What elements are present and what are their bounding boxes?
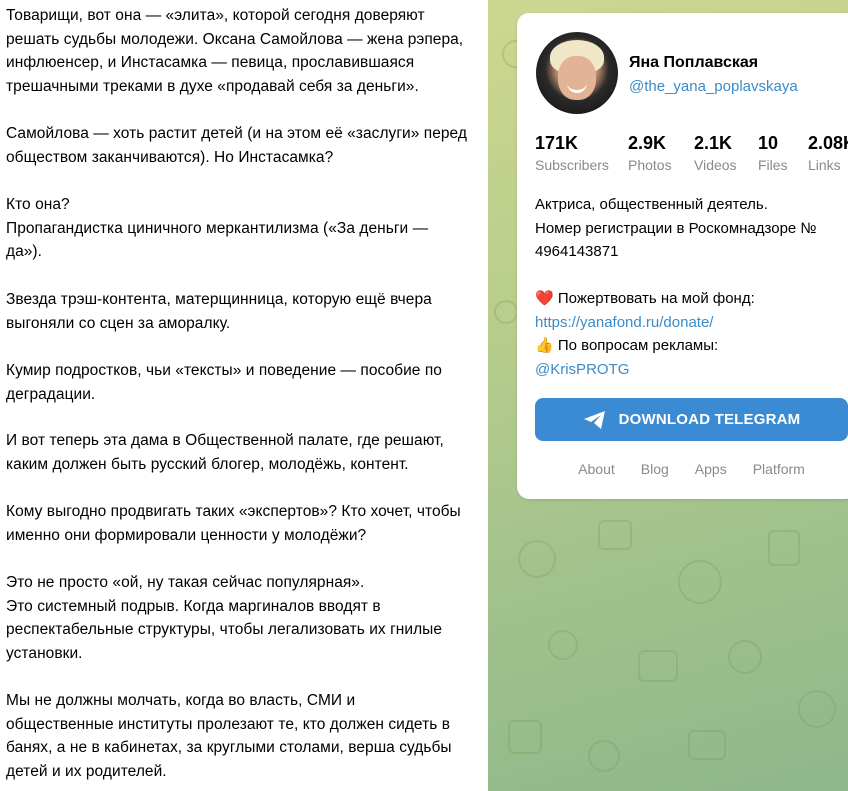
channel-card: Яна Поплавская @the_yana_poplavskaya 171… [517,13,848,499]
stat-label: Files [758,157,788,173]
stat-links[interactable]: 2.08K Links [808,132,848,176]
heart-icon: ❤️ [535,290,554,307]
stat-photos[interactable]: 2.9K Photos [628,132,672,176]
post-paragraph-4: Звезда трэш-контента, матерщинница, кото… [6,291,432,332]
ads-link-line: @KrisPROTG [535,358,845,382]
donate-line: ❤️ Пожертвовать на мой фонд: [535,287,845,311]
ads-line: 👍 По вопросам рекламы: [535,334,845,358]
post-paragraph-2: Самойлова — хоть растит детей (и на этом… [6,125,467,166]
channel-stats: 171K Subscribers 2.9K Photos 2.1K Videos… [535,132,848,176]
channel-description: Актриса, общественный деятель. Номер рег… [535,193,845,381]
doodle-pattern [508,720,542,754]
doodle-pattern [798,690,836,728]
footer-link-about[interactable]: About [578,461,615,477]
stat-value: 2.1K [694,133,733,153]
footer-links: About Blog Apps Platform [535,461,848,477]
post-paragraph-6: И вот теперь эта дама в Общественной пал… [6,432,444,473]
ads-contact-link[interactable]: @KrisPROTG [535,361,629,378]
doodle-pattern [518,540,556,578]
stat-label: Videos [694,157,737,173]
donate-text: Пожертвовать на мой фонд: [557,290,755,307]
doodle-pattern [728,640,762,674]
donate-link-line: https://yanafond.ru/donate/ [535,311,845,335]
doodle-pattern [688,730,726,760]
stat-label: Photos [628,157,672,173]
stat-value: 2.9K [628,133,667,153]
doodle-pattern [768,530,800,566]
donate-link[interactable]: https://yanafond.ru/donate/ [535,314,713,331]
description-line: Актриса, общественный деятель. [535,196,768,213]
doodle-pattern [548,630,578,660]
post-text-column: Товарищи, вот она — «элита», которой сег… [0,0,488,791]
stat-subscribers[interactable]: 171K Subscribers [535,132,609,176]
doodle-pattern [494,300,518,324]
channel-name: Яна Поплавская [629,54,759,71]
post-paragraph-8: Это не просто «ой, ну такая сейчас попул… [6,574,443,662]
doodle-pattern [678,560,722,604]
post-paragraph-1: Товарищи, вот она — «элита», которой сег… [6,7,464,95]
download-button-label: DOWNLOAD TELEGRAM [618,411,801,428]
stat-value: 2.08K [808,133,848,153]
post-paragraph-5: Кумир подростков, чьи «тексты» и поведен… [6,362,442,403]
post-paragraph-3: Кто она? Пропагандистка циничного меркан… [6,196,429,260]
stat-value: 10 [758,133,779,153]
post-paragraph-7: Кому выгодно продвигать таких «экспертов… [6,503,461,544]
ads-text: По вопросам рекламы: [557,337,719,354]
post-paragraph-9: Мы не должны молчать, когда во власть, С… [6,692,452,780]
footer-link-blog[interactable]: Blog [641,461,669,477]
stat-value: 171K [535,133,579,153]
channel-username-link[interactable]: @the_yana_poplavskaya [629,78,798,95]
doodle-pattern [638,650,678,682]
avatar-face [558,56,596,100]
stat-label: Subscribers [535,157,609,173]
download-telegram-button[interactable]: DOWNLOAD TELEGRAM [535,398,848,441]
channel-avatar[interactable] [536,32,618,114]
stat-files[interactable]: 10 Files [758,132,788,176]
description-line: 4964143871 [535,243,619,260]
footer-link-apps[interactable]: Apps [695,461,727,477]
footer-link-platform[interactable]: Platform [753,461,805,477]
thumbs-up-icon: 👍 [535,337,554,354]
telegram-plane-icon [583,410,605,429]
stat-label: Links [808,157,841,173]
description-line: Номер регистрации в Роскомнадзоре № [535,219,817,237]
doodle-pattern [588,740,620,772]
stat-videos[interactable]: 2.1K Videos [694,132,737,176]
doodle-pattern [598,520,632,550]
